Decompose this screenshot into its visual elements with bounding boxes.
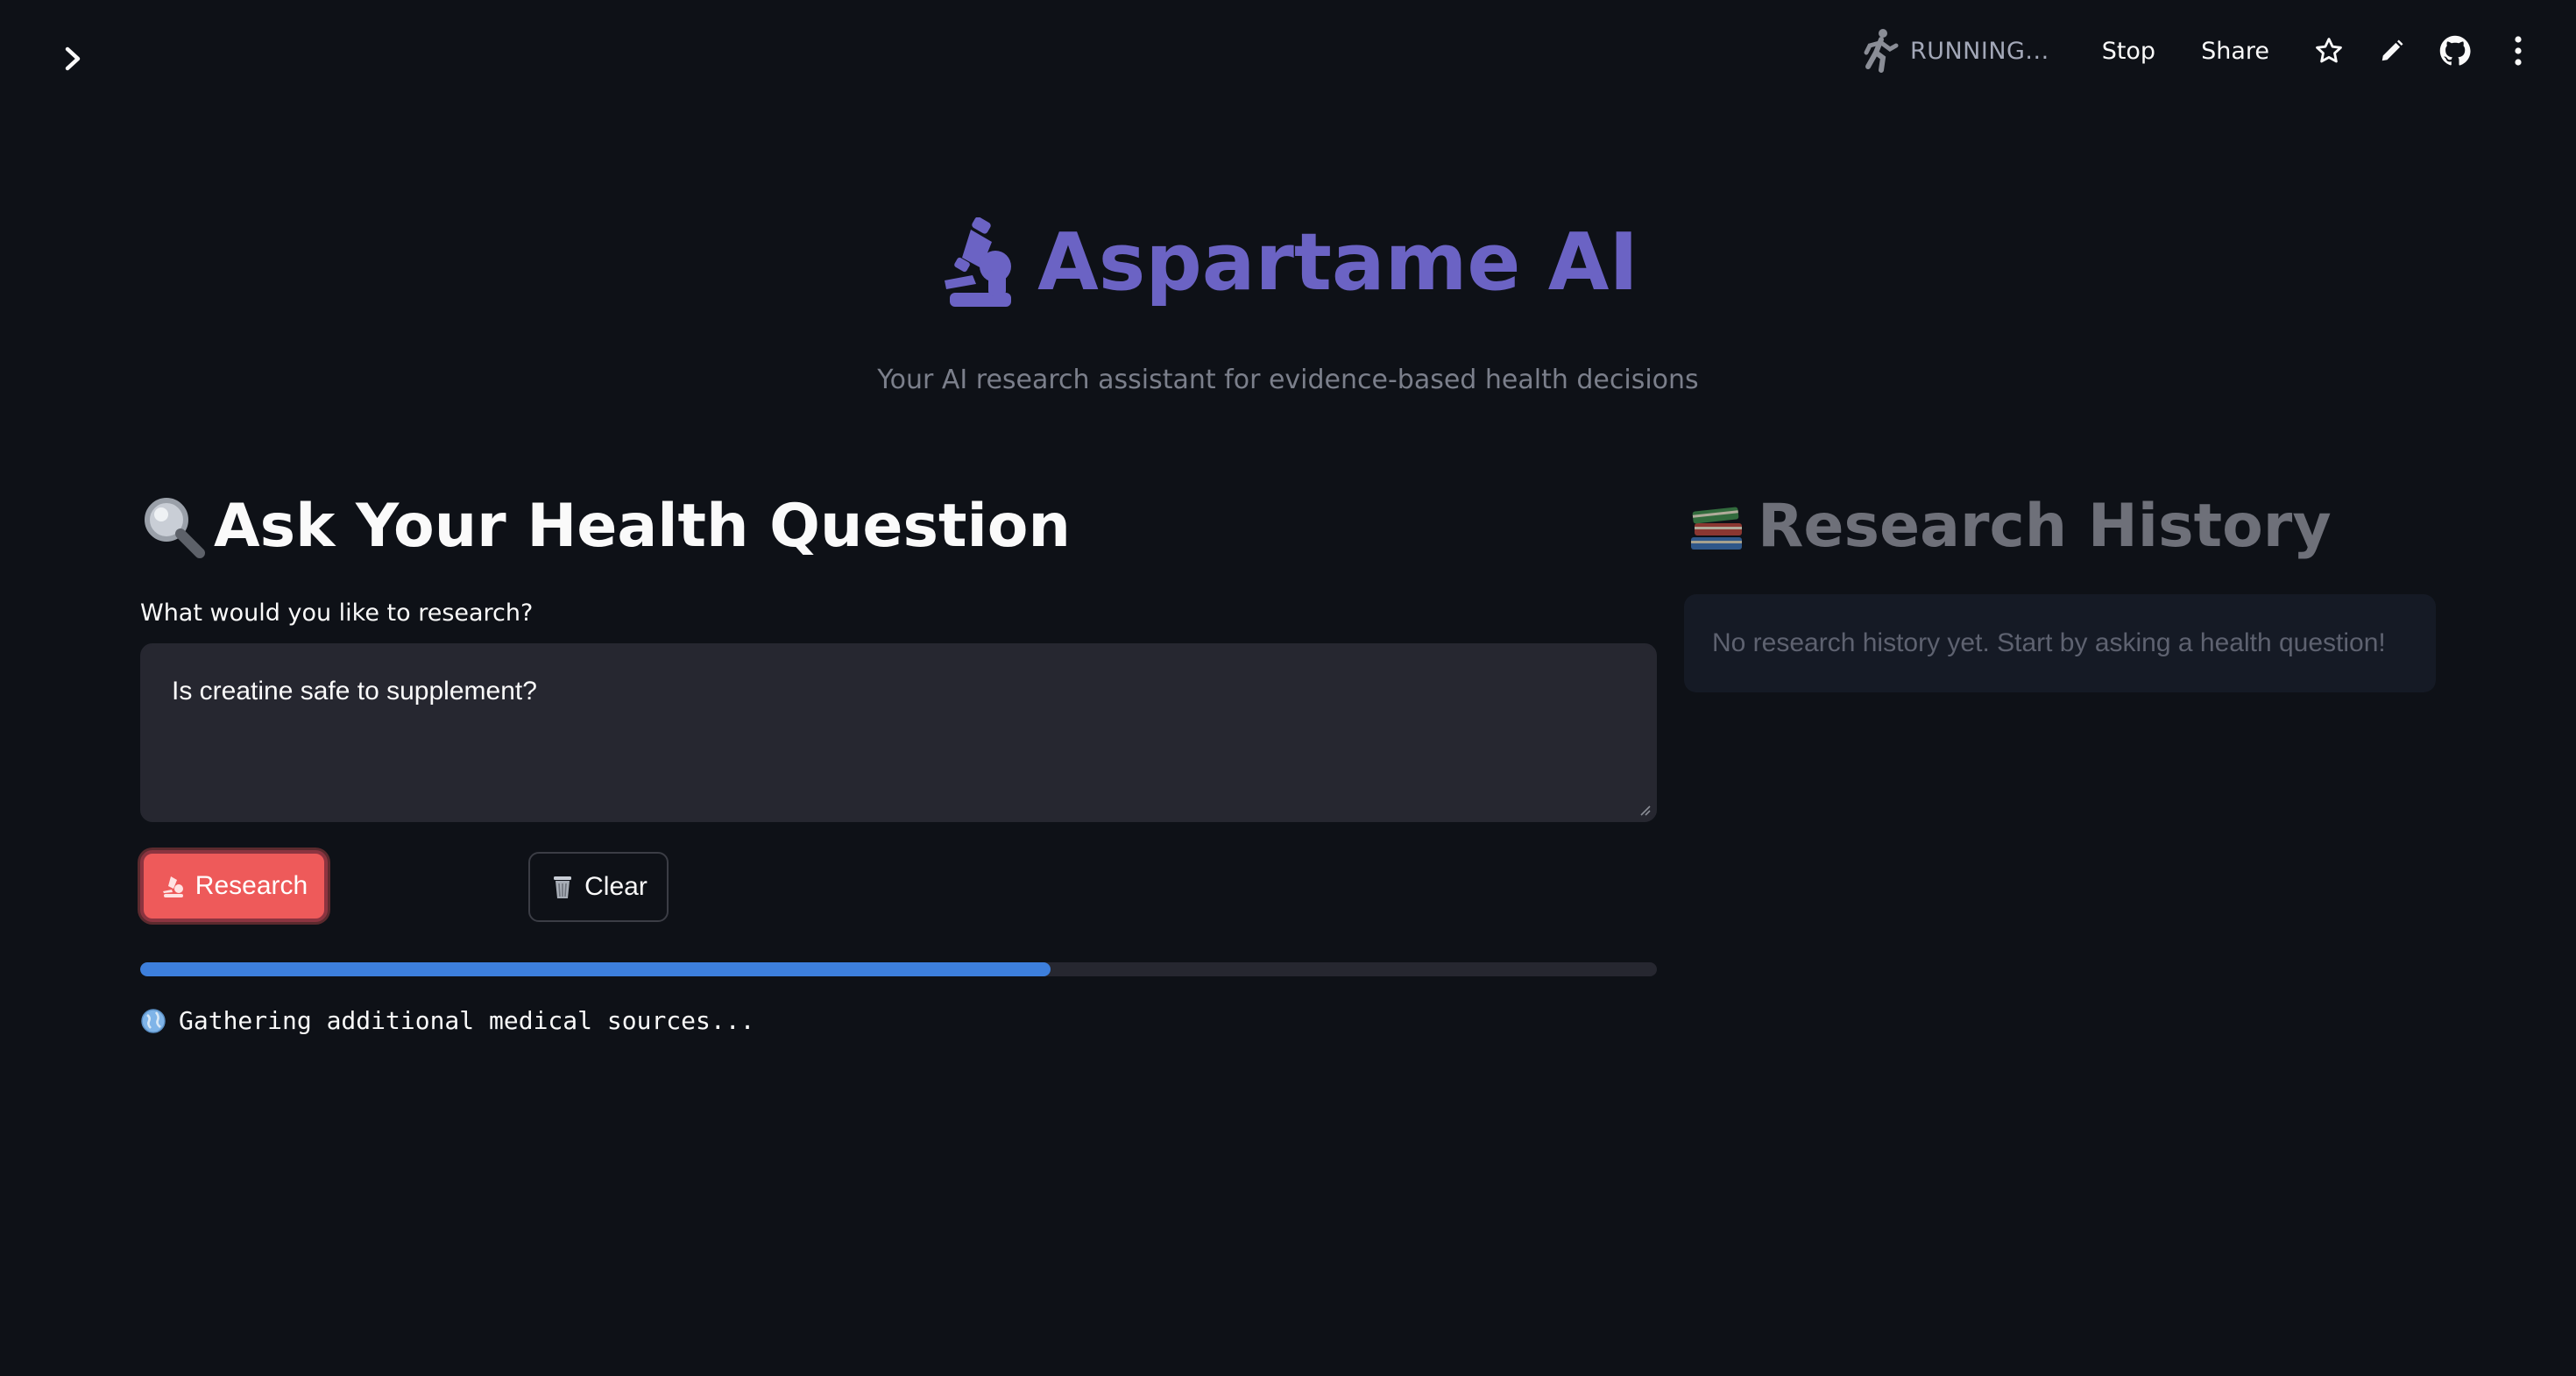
progress-fill <box>140 962 1051 976</box>
ask-heading-text: Ask Your Health Question <box>214 491 1071 561</box>
running-status: RUNNING... <box>1858 28 2049 74</box>
history-section: Research History No research history yet… <box>1684 491 2436 692</box>
research-progress-bar <box>140 962 1657 976</box>
share-button[interactable]: Share <box>2189 31 2282 72</box>
ask-heading: Ask Your Health Question <box>140 491 1657 561</box>
title-text: Aspartame AI <box>1037 216 1638 309</box>
app-subtitle: Your AI research assistant for evidence-… <box>877 365 1699 395</box>
main-menu-button[interactable] <box>2492 25 2544 77</box>
kebab-menu-icon <box>2515 36 2522 66</box>
stop-button[interactable]: Stop <box>2090 31 2168 72</box>
history-empty-state: No research history yet. Start by asking… <box>1684 594 2436 692</box>
ask-section: Ask Your Health Question What would you … <box>140 491 1657 1035</box>
research-button[interactable]: Research <box>140 850 328 922</box>
microscope-icon <box>162 876 183 897</box>
progress-status: Gathering additional medical sources... <box>140 1006 754 1035</box>
github-icon <box>2439 35 2471 66</box>
history-heading-text: Research History <box>1758 491 2332 561</box>
status-text: RUNNING... <box>1909 37 2049 65</box>
app-header: Aspartame AI <box>0 217 2576 312</box>
app-toolbar: RUNNING... Stop Share <box>1858 25 2544 77</box>
history-heading: Research History <box>1684 491 2436 561</box>
resize-handle-icon[interactable] <box>1638 803 1652 817</box>
progress-status-text: Gathering additional medical sources... <box>179 1006 755 1035</box>
research-button-label: Research <box>195 871 308 900</box>
books-icon <box>1691 507 1742 550</box>
wastebasket-icon <box>554 876 572 898</box>
globe-icon <box>141 1008 166 1033</box>
question-input[interactable]: Is creatine safe to supplement? <box>142 645 1655 820</box>
running-figure-icon <box>1864 29 1899 73</box>
clear-button-label: Clear <box>584 872 648 901</box>
magnifying-glass-icon <box>145 498 205 558</box>
github-button[interactable] <box>2429 25 2481 77</box>
microscope-icon <box>945 217 1012 307</box>
action-buttons: Research Clear <box>140 850 1657 922</box>
app-title: Aspartame AI <box>938 217 1638 309</box>
question-label: What would you like to research? <box>140 599 534 627</box>
pencil-icon <box>2381 39 2403 61</box>
clear-button[interactable]: Clear <box>528 852 669 922</box>
favorite-button[interactable] <box>2303 25 2355 77</box>
app-root: RUNNING... Stop Share Aspartame AI Your … <box>0 0 2576 1376</box>
star-icon <box>2316 38 2342 63</box>
edit-button[interactable] <box>2366 25 2418 77</box>
question-field-wrapper: Is creatine safe to supplement? <box>140 643 1657 822</box>
chevron-right-icon <box>65 46 81 71</box>
sidebar-expand-button[interactable] <box>53 39 93 79</box>
